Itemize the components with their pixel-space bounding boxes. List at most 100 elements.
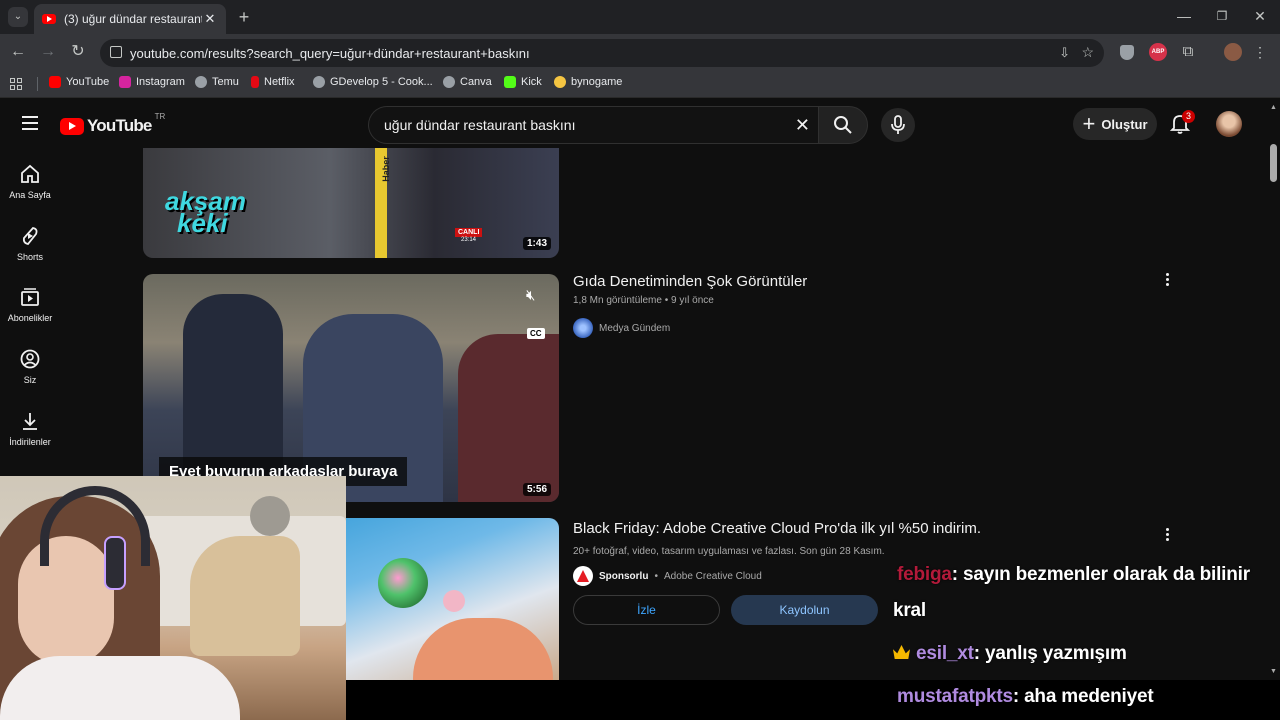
extensions-puzzle-icon[interactable]: ⧉ [1178, 42, 1198, 62]
notification-count-badge: 3 [1182, 110, 1195, 123]
browser-tab[interactable]: (3) uğur dündar restaurant baskı ✕ [34, 4, 226, 34]
crown-badge-icon [893, 645, 910, 659]
sidebar-item-home[interactable]: Ana Sayfa [0, 164, 60, 200]
sidebar-item-shorts[interactable]: Shorts [0, 226, 60, 262]
bookmark-star-icon[interactable]: ☆ [1081, 44, 1094, 61]
ad-art-balloon [443, 590, 465, 612]
thumbnail-person-shape [458, 334, 559, 502]
bookmark-bynogame[interactable]: bynogame [554, 76, 622, 88]
profile-avatar[interactable] [1224, 43, 1242, 61]
region-code: TR [154, 112, 166, 121]
address-bar[interactable]: youtube.com/results?search_query=uğur+dü… [100, 39, 1104, 67]
youtube-logo[interactable]: YouTube TR [60, 112, 165, 136]
channel-avatar[interactable] [573, 318, 593, 338]
bookmark-label: Netflix [264, 76, 295, 88]
mute-icon[interactable]: 🔇︎ [526, 287, 550, 305]
watch-button[interactable]: İzle [573, 595, 720, 625]
sidebar-item-you[interactable]: Siz [0, 349, 60, 385]
minimize-button[interactable]: — [1174, 6, 1194, 26]
subscribe-ad-button[interactable]: Kaydolun [731, 595, 878, 625]
apps-grid-icon[interactable] [10, 78, 22, 90]
scroll-down-arrow-icon[interactable]: ▼ [1270, 668, 1277, 675]
tab-close-icon[interactable]: ✕ [202, 11, 218, 27]
window-close-button[interactable]: ✕ [1250, 6, 1270, 26]
more-actions-icon[interactable] [1166, 528, 1170, 542]
site-info-icon[interactable] [110, 46, 122, 58]
adblock-extension-icon[interactable]: ABP [1149, 43, 1167, 61]
bookmark-label: bynogame [571, 76, 623, 88]
scroll-up-arrow-icon[interactable]: ▲ [1270, 104, 1277, 111]
video-thumbnail-2[interactable]: 🔇︎ CC Evet buyurun arkadaşlar buraya 5:5… [143, 274, 559, 502]
bookmark-canva[interactable]: Canva [443, 76, 492, 88]
user-avatar[interactable] [1216, 111, 1242, 137]
clear-search-icon[interactable]: ✕ [795, 115, 810, 136]
youtube-logo-text: YouTube [87, 116, 152, 135]
globe-icon [195, 76, 207, 88]
bookmark-gdevelop[interactable]: GDevelop 5 - Cook... [313, 76, 433, 88]
adobe-logo-icon [573, 566, 593, 586]
tab-search-button[interactable]: ⌄ [8, 7, 28, 27]
install-app-icon[interactable]: ⇩ [1059, 45, 1070, 61]
netflix-bookmark-icon [251, 76, 259, 88]
sidebar-item-subscriptions[interactable]: Abonelikler [0, 287, 60, 323]
bookmark-label: Kick [521, 76, 542, 88]
sidebar-item-downloads[interactable]: İndirilenler [0, 411, 60, 447]
webcam-overlay [0, 476, 346, 720]
browser-menu-icon[interactable]: ⋮ [1252, 42, 1268, 62]
reload-button[interactable]: ↻ [68, 42, 88, 62]
more-actions-icon[interactable] [1166, 273, 1170, 287]
bookmark-label: Temu [212, 76, 239, 88]
scrollbar-thumb[interactable] [1270, 144, 1277, 182]
create-button[interactable]: + Oluştur [1073, 108, 1157, 140]
video-title[interactable]: Gıda Denetiminden Şok Görüntüler [573, 273, 807, 290]
bookmark-youtube[interactable]: YouTube [49, 76, 109, 88]
sponsored-label: Sponsorlu [599, 570, 649, 582]
chat-username: febiga [897, 564, 952, 585]
ad-art-face [413, 618, 553, 680]
ad-description: 20+ fotoğraf, video, tasarım uygulaması … [573, 546, 885, 557]
notifications-button[interactable]: 3 [1169, 110, 1195, 135]
ad-title[interactable]: Black Friday: Adobe Creative Cloud Pro'd… [573, 520, 981, 537]
webcam-chair [190, 536, 300, 656]
chat-message: febiga: sayın bezmenler olarak da bilini… [897, 564, 1250, 586]
bookmark-netflix[interactable]: Netflix [251, 76, 295, 88]
ad-advertiser-info[interactable]: Sponsorlu • Adobe Creative Cloud [573, 566, 762, 586]
page-scrollbar[interactable]: ▲ ▼ [1268, 100, 1280, 680]
youtube-favicon-icon [42, 14, 56, 24]
new-tab-button[interactable]: + [234, 7, 254, 27]
forward-button[interactable]: → [38, 42, 58, 62]
globe-icon [313, 76, 325, 88]
video-duration-badge: 5:56 [522, 483, 551, 496]
channel-info[interactable]: Medya Gündem [573, 318, 670, 338]
voice-search-button[interactable] [881, 108, 915, 142]
restore-button[interactable]: ❐ [1212, 6, 1232, 26]
upload-age: 9 yıl önce [671, 295, 714, 306]
chat-username: esil_xt [916, 643, 974, 664]
search-icon [834, 116, 852, 134]
webcam-shirt [0, 656, 240, 720]
video-thumbnail-1[interactable]: Haber akşam keki CANLI 23:14 1:43 [143, 148, 559, 258]
channel-name[interactable]: Medya Gündem [599, 323, 670, 334]
download-icon [23, 413, 37, 430]
kick-bookmark-icon [504, 76, 516, 88]
chat-message-continuation: kral [893, 600, 927, 621]
search-input[interactable]: uğur dündar restaurant baskını ✕ [368, 106, 820, 144]
hamburger-menu-icon[interactable] [22, 116, 38, 130]
back-button[interactable]: ← [8, 42, 28, 62]
advertiser-name[interactable]: Adobe Creative Cloud [664, 571, 762, 582]
thumbnail-side-strip: Haber [375, 148, 391, 258]
bookmark-instagram[interactable]: Instagram [119, 76, 185, 88]
bookmarks-bar: YouTube Instagram Temu Netflix GDevelop … [0, 70, 1280, 98]
bookmark-label: YouTube [66, 76, 110, 88]
search-button[interactable] [818, 106, 868, 144]
shield-extension-icon[interactable] [1120, 45, 1134, 60]
bookmark-label: GDevelop 5 - Cook... [330, 76, 433, 88]
bookmark-temu[interactable]: Temu [195, 76, 239, 88]
bookmark-kick[interactable]: Kick [504, 76, 542, 88]
bookmarks-divider [37, 77, 38, 91]
shorts-icon [22, 227, 38, 245]
you-icon [20, 349, 40, 369]
bynogame-bookmark-icon [554, 76, 566, 88]
sidebar-item-label: Shorts [16, 252, 43, 262]
youtube-bookmark-icon [49, 76, 61, 88]
